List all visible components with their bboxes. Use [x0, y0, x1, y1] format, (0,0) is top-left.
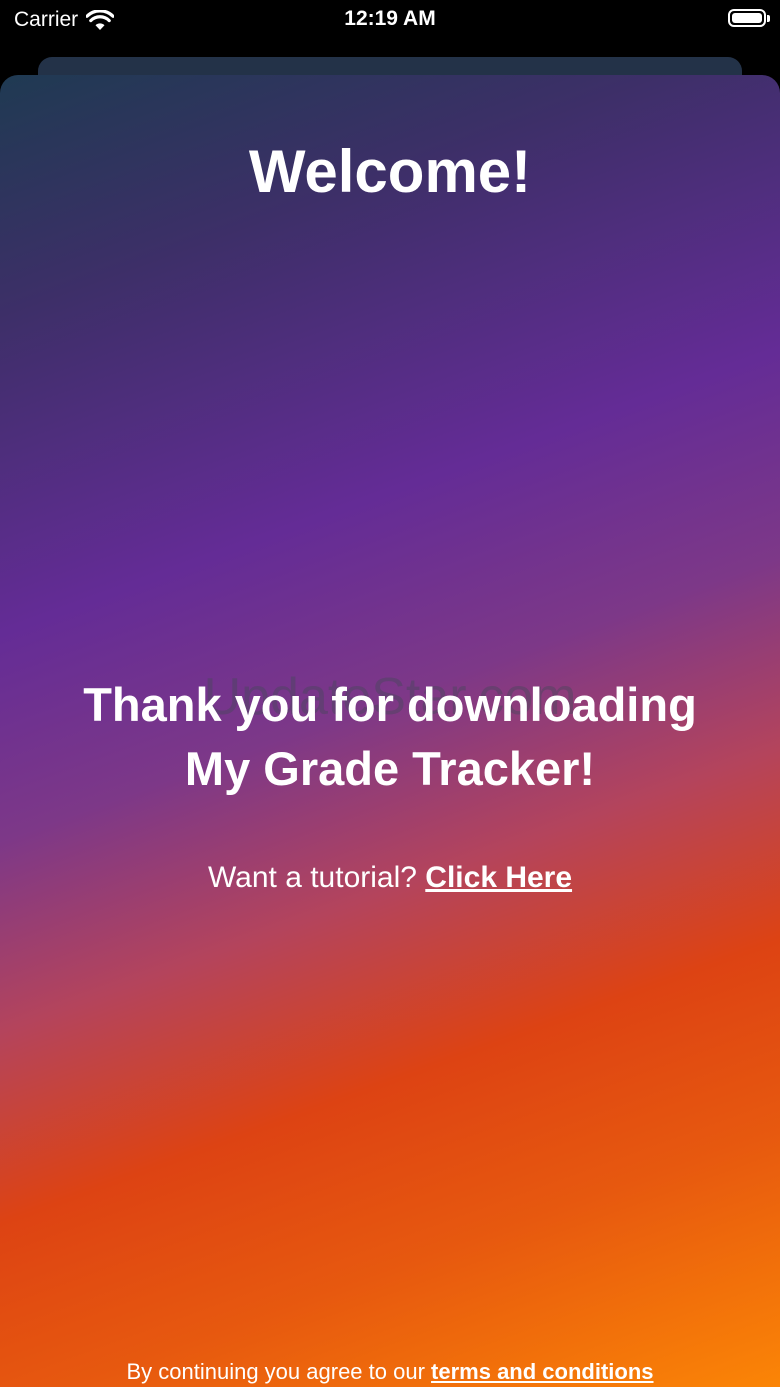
- terms-row: By continuing you agree to our terms and…: [0, 1359, 780, 1385]
- welcome-title: Welcome!: [248, 138, 532, 205]
- thanks-line-2: My Grade Tracker!: [184, 742, 596, 795]
- terms-prompt: By continuing you agree to our: [126, 1359, 425, 1384]
- battery-tip: [767, 15, 770, 22]
- status-bar: Carrier 12:19 AM: [0, 0, 780, 42]
- battery-fill: [732, 13, 762, 23]
- tutorial-prompt: Want a tutorial?: [207, 861, 417, 894]
- welcome-sheet: Welcome! UpdateStar.com Thank you for do…: [0, 75, 780, 1387]
- thanks-message: Thank you for downloading My Grade Track…: [0, 673, 780, 801]
- thanks-line-1: Thank you for downloading: [83, 678, 697, 731]
- tutorial-prompt-row: Want a tutorial? Click Here: [0, 861, 780, 895]
- status-time: 12:19 AM: [344, 7, 436, 30]
- terms-link[interactable]: terms and conditions: [431, 1359, 653, 1384]
- battery-icon: [728, 9, 770, 27]
- tutorial-link[interactable]: Click Here: [425, 861, 572, 894]
